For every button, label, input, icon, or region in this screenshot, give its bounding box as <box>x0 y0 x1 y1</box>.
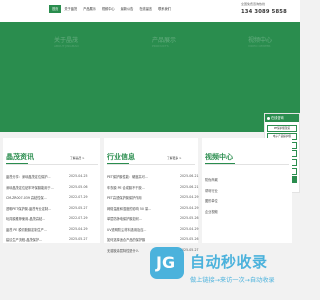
item-title[interactable]: 帮利行业 <box>205 188 245 193</box>
divider <box>107 164 195 165</box>
divider <box>6 164 98 165</box>
item-title[interactable]: 图形单位 <box>205 198 245 203</box>
nav-item-home[interactable]: 首页 <box>49 5 62 13</box>
main-nav: 首页 关于晶茂 产品展示 视频中心 最新公告 在线留言 联系我们 <box>49 5 174 13</box>
nav-item-contact[interactable]: 联系我们 <box>155 5 174 13</box>
item-title[interactable]: 车衣膜 PE 合成膜不干胶... <box>107 185 157 190</box>
banner-title-products: 产品展示 <box>152 37 177 44</box>
banner-title-video: 视频中心 <box>248 37 273 44</box>
hero-banner: 关于晶茂 产品展示 视频中心 ABOUT JINGMAO PRODUCTS VI… <box>0 22 300 132</box>
page: 首页 关于晶茂 产品展示 视频中心 最新公告 在线留言 联系我们 全国免费咨询热… <box>0 0 300 300</box>
item-title[interactable]: 建议生产流程-晶茂保护... <box>6 237 64 242</box>
divider <box>205 164 289 165</box>
item-title[interactable]: CM-ZR007-039 高粘性保... <box>6 195 64 200</box>
watermark-title: 自动秒收录 <box>190 253 268 271</box>
consult-item[interactable]: PE保护膜现货 <box>267 124 297 132</box>
nav-item-video[interactable]: 视频中心 <box>99 5 118 13</box>
banner-title-about: 关于晶茂 <box>54 37 79 44</box>
watermark-subtitle: 做上链接→来访一次→自动收录 <box>190 277 275 284</box>
video-card-title: 视频中心 <box>205 153 233 161</box>
banner-line-products: PRODUCTS <box>152 44 169 48</box>
nav-item-message[interactable]: 在线留言 <box>136 5 155 13</box>
watermark-logo-text: JG <box>156 253 176 272</box>
banner-line-video: VIDEO CENTER <box>248 44 271 48</box>
item-date: 2022-07-29 <box>69 195 88 199</box>
consult-panel-header[interactable]: 在线咨询 <box>265 114 299 122</box>
item-date: 2025-05-27 <box>69 205 88 210</box>
item-title[interactable]: 晶茂 PE 模切胶膜定制生产... <box>6 227 64 232</box>
hotline: 全国免费咨询热线 134 3089 5858 <box>241 2 287 15</box>
item-title[interactable]: 网络温度和湿度的影响 50 量... <box>107 206 157 211</box>
item-title[interactable]: 企业视频 <box>205 209 245 214</box>
news-more-link[interactable]: 了解晶茂 > <box>70 156 84 160</box>
item-title[interactable]: 深圳晶茂定位贴牢环保膜能用于... <box>6 185 64 190</box>
item-date: 2025-06-21 <box>180 174 199 178</box>
item-date: 2025-05-27 <box>69 237 88 241</box>
item-title[interactable]: 晶茂分享：深圳晶茂定位保护... <box>6 174 64 179</box>
industry-more-link[interactable]: 了解更多 > <box>167 156 181 160</box>
site-header: 首页 关于晶茂 产品展示 视频中心 最新公告 在线留言 联系我们 全国免费咨询热… <box>0 0 300 22</box>
nav-item-about[interactable]: 关于晶茂 <box>61 5 80 13</box>
item-date: 2025-05-26 <box>180 216 199 220</box>
watermark: JG 自动秒收录 做上链接→来访一次→自动收录 <box>150 247 298 299</box>
item-date: 2025-06-21 <box>180 184 199 189</box>
nav-item-news[interactable]: 最新公告 <box>118 5 137 13</box>
item-title[interactable]: 如何选择适合产品的保护膜 <box>107 237 157 242</box>
item-title[interactable]: 透明PET保护膜-晶茂专业定制... <box>6 206 64 211</box>
item-date: 2025-04-29 <box>180 195 199 199</box>
consult-panel-title: 在线咨询 <box>271 116 284 120</box>
hotline-label: 全国免费咨询热线 <box>241 2 266 6</box>
item-title[interactable]: PET保护膜性能：硬度高可... <box>107 174 157 179</box>
item-date: 2022-07-29 <box>69 216 88 220</box>
item-date: 2025-04-25 <box>69 174 88 178</box>
item-title[interactable]: UV透明防尘材料选用及应... <box>107 227 157 232</box>
news-card-title: 晶茂资讯 <box>6 153 34 161</box>
chat-icon <box>267 116 270 120</box>
item-date: 2025-05-06 <box>69 184 88 189</box>
hotline-number[interactable]: 134 3089 5858 <box>241 9 287 15</box>
watermark-logo-icon: JG <box>150 247 184 279</box>
item-title[interactable]: 防伪商城 <box>205 177 245 182</box>
industry-card-title: 行业信息 <box>107 153 135 161</box>
item-date: 2025-05-26 <box>180 237 199 241</box>
item-date: 2025-04-29 <box>69 226 88 231</box>
banner-line-about: ABOUT JINGMAO <box>54 44 79 48</box>
item-title[interactable]: 玩具膜推荐使用-晶茂高粘... <box>6 216 64 221</box>
industry-card: 行业信息 了解更多 > PET保护膜性能：硬度高可... 2025-06-21 车… <box>104 138 199 253</box>
item-title[interactable]: PET高透保护膜保护作用 <box>107 195 157 200</box>
item-date: 2025-04-29 <box>180 205 199 210</box>
item-title[interactable]: 单层防静电保护膜如何... <box>107 216 157 221</box>
video-card: 视频中心 防伪商城 帮利行业 图形单位 企业视频 <box>202 138 292 243</box>
nav-item-products[interactable]: 产品展示 <box>80 5 99 13</box>
news-card: 晶茂资讯 了解晶茂 > 晶茂分享：深圳晶茂定位保护... 2025-04-25 深… <box>3 138 100 243</box>
item-date: 2025-04-29 <box>180 226 199 231</box>
